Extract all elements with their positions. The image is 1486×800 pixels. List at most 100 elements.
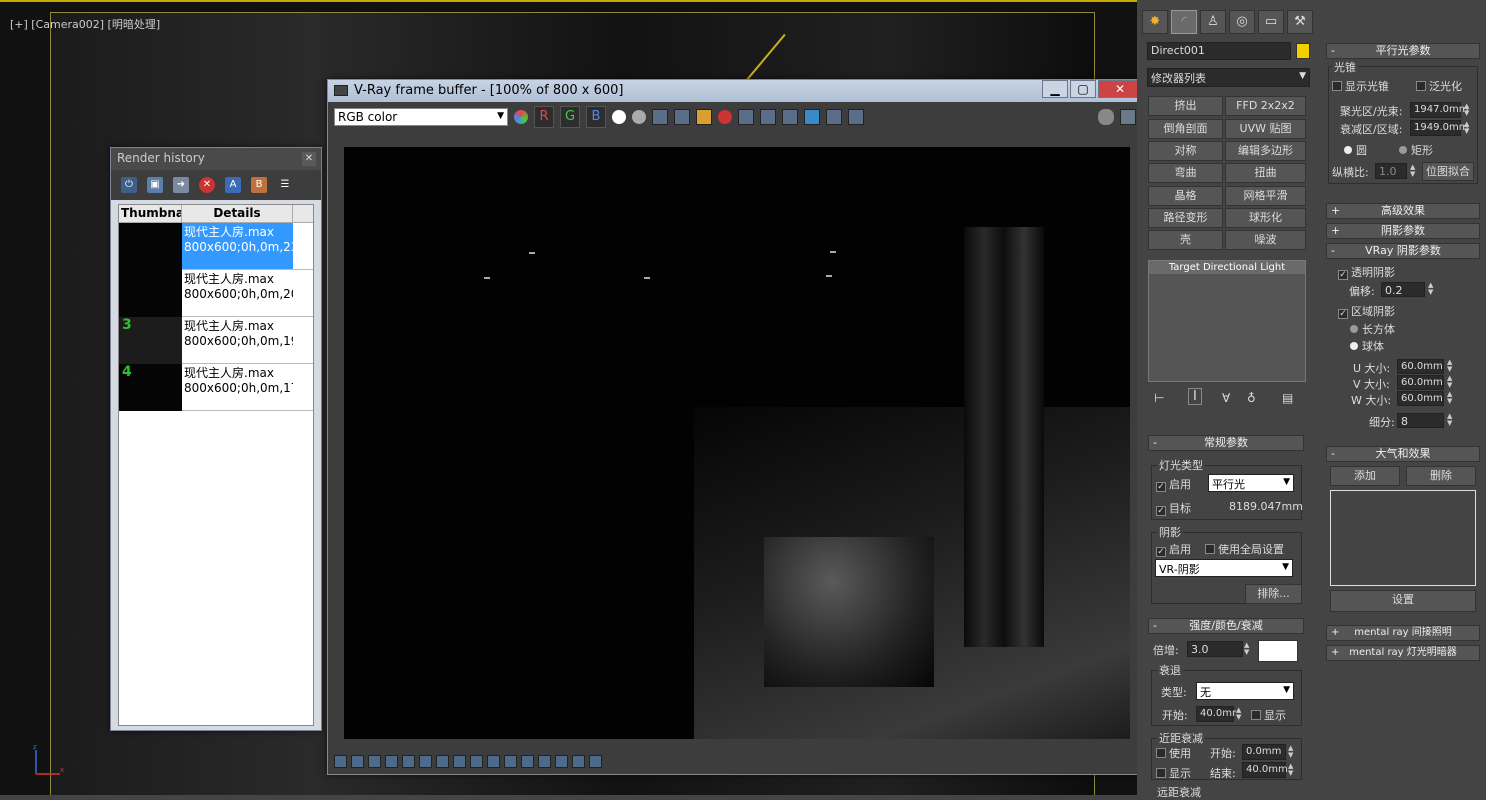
- vray-shadow-header[interactable]: - VRay 阴影参数: [1326, 243, 1480, 259]
- load-icon[interactable]: ➜: [173, 177, 189, 193]
- modifier-button[interactable]: 球形化: [1225, 208, 1306, 228]
- history-row[interactable]: 现代主人房.max 800x600;0h,0m,23.: [119, 223, 313, 270]
- overshoot-checkbox[interactable]: 泛光化: [1416, 78, 1462, 94]
- show-last-vfb-icon[interactable]: [826, 109, 842, 125]
- save-image-icon[interactable]: [652, 109, 668, 125]
- modifier-list-dropdown[interactable]: 修改器列表: [1147, 68, 1310, 87]
- status-tool-icon[interactable]: [402, 754, 415, 768]
- bias-spinner[interactable]: ▲ ▼: [1428, 282, 1436, 296]
- modifier-button[interactable]: UVW 贴图: [1225, 119, 1306, 139]
- modifier-button[interactable]: 编辑多边形: [1225, 141, 1306, 161]
- multiplier-spinner[interactable]: ▲ ▼: [1244, 642, 1252, 656]
- area-shadow-checkbox[interactable]: ✓ 区域阴影: [1338, 303, 1395, 319]
- circle-radio[interactable]: 圆: [1344, 142, 1367, 158]
- status-tool-icon[interactable]: [436, 754, 449, 768]
- u-size-input[interactable]: 60.0mm: [1397, 359, 1444, 374]
- w-size-spinner[interactable]: ▲ ▼: [1447, 391, 1455, 405]
- clear-image-icon[interactable]: [718, 110, 732, 124]
- history-row[interactable]: 3 现代主人房.max800x600;0h,0m,19.t: [119, 317, 313, 364]
- green-channel-button[interactable]: G: [560, 106, 580, 128]
- modifier-button[interactable]: FFD 2x2x2: [1225, 96, 1306, 116]
- shadow-type-dropdown[interactable]: VR-阴影: [1155, 559, 1293, 577]
- light-color-swatch[interactable]: [1258, 640, 1298, 662]
- bias-input[interactable]: 0.2: [1381, 282, 1425, 297]
- directional-params-header[interactable]: - 平行光参数: [1326, 43, 1480, 59]
- utilities-tab-icon[interactable]: ⚒: [1287, 10, 1313, 34]
- modifier-button[interactable]: 壳: [1148, 230, 1223, 250]
- status-tool-icon[interactable]: [453, 754, 466, 768]
- blue-channel-button[interactable]: B: [586, 106, 606, 128]
- close-icon[interactable]: ✕: [302, 152, 316, 166]
- add-effect-button[interactable]: 添加: [1330, 466, 1400, 486]
- status-tool-icon[interactable]: [470, 754, 483, 768]
- teapot-render-icon[interactable]: [782, 109, 798, 125]
- object-color-swatch[interactable]: [1296, 43, 1310, 59]
- modifier-button[interactable]: 对称: [1148, 141, 1223, 161]
- hotspot-input[interactable]: 1947.0mm: [1410, 102, 1468, 118]
- render-icon[interactable]: [1120, 109, 1136, 125]
- status-tool-icon[interactable]: [589, 754, 602, 768]
- track-mouse-icon[interactable]: [760, 109, 776, 125]
- history-row[interactable]: 4 现代主人房.max 800x600;0h,0m,17.: [119, 364, 313, 411]
- power-icon[interactable]: ⏻: [121, 177, 137, 193]
- intensity-header[interactable]: - 强度/颜色/衰减: [1148, 618, 1304, 634]
- v-size-spinner[interactable]: ▲ ▼: [1447, 375, 1455, 389]
- use-global-settings-checkbox[interactable]: 使用全局设置: [1205, 541, 1284, 557]
- status-tool-icon[interactable]: [538, 754, 551, 768]
- modifier-stack-item[interactable]: Target Directional Light: [1149, 261, 1305, 274]
- display-tab-icon[interactable]: ▭: [1258, 10, 1284, 34]
- decay-show-checkbox[interactable]: 显示: [1251, 707, 1286, 723]
- mono-icon[interactable]: [632, 110, 646, 124]
- rectangle-radio[interactable]: 矩形: [1399, 142, 1433, 158]
- subdivs-input[interactable]: 8: [1397, 413, 1444, 428]
- history-row[interactable]: 现代主人房.max800x600;0h,0m,20.!: [119, 270, 313, 317]
- configure-sets-icon[interactable]: ▤: [1282, 391, 1293, 405]
- general-params-header[interactable]: - 常规参数: [1148, 435, 1304, 451]
- save-all-icon[interactable]: [674, 109, 690, 125]
- object-name-input[interactable]: Direct001: [1147, 42, 1291, 60]
- multiplier-input[interactable]: 3.0: [1187, 641, 1243, 657]
- render-image[interactable]: [344, 147, 1130, 739]
- light-enable-checkbox[interactable]: ✓ 启用: [1156, 476, 1191, 492]
- modifier-button[interactable]: 挤出: [1148, 96, 1223, 116]
- aspect-input[interactable]: 1.0: [1375, 163, 1407, 179]
- status-tool-icon[interactable]: [419, 754, 432, 768]
- status-tool-icon[interactable]: [334, 754, 347, 768]
- maximize-icon[interactable]: ▢: [1070, 80, 1096, 98]
- channel-select[interactable]: RGB color: [334, 108, 508, 126]
- light-type-dropdown[interactable]: 平行光: [1208, 474, 1294, 492]
- motion-tab-icon[interactable]: ◎: [1229, 10, 1255, 34]
- red-channel-button[interactable]: R: [534, 106, 554, 128]
- near-start-input[interactable]: 0.0mm: [1242, 744, 1286, 760]
- decay-start-input[interactable]: 40.0mr: [1196, 706, 1236, 722]
- open-folder-icon[interactable]: [696, 109, 712, 125]
- render-history-titlebar[interactable]: Render history ✕: [111, 148, 321, 170]
- subdivs-spinner[interactable]: ▲ ▼: [1447, 413, 1455, 427]
- u-size-spinner[interactable]: ▲ ▼: [1447, 359, 1455, 373]
- compare-a-icon[interactable]: A: [225, 177, 241, 193]
- decay-type-dropdown[interactable]: 无: [1196, 682, 1294, 700]
- near-end-input[interactable]: 40.0mm: [1242, 762, 1288, 778]
- modifier-button[interactable]: 晶格: [1148, 186, 1223, 206]
- status-tool-icon[interactable]: [572, 754, 585, 768]
- modify-tab-icon[interactable]: ◜: [1171, 10, 1197, 34]
- mr-indirect-header[interactable]: + mental ray 间接照明: [1326, 625, 1480, 641]
- status-tool-icon[interactable]: [504, 754, 517, 768]
- remove-modifier-icon[interactable]: ♁: [1247, 391, 1256, 405]
- atmos-header[interactable]: - 大气和效果: [1326, 446, 1480, 462]
- near-use-checkbox[interactable]: 使用: [1156, 745, 1191, 761]
- near-end-spinner[interactable]: ▲ ▼: [1288, 763, 1296, 777]
- modifier-button[interactable]: 噪波: [1225, 230, 1306, 250]
- copy-icon[interactable]: [738, 109, 754, 125]
- transparent-shadows-checkbox[interactable]: ✓ 透明阴影: [1338, 264, 1395, 280]
- link-vfb-icon[interactable]: [848, 109, 864, 125]
- modifier-button[interactable]: 网格平滑: [1225, 186, 1306, 206]
- sphere-radio[interactable]: 球体: [1350, 338, 1384, 354]
- status-tool-icon[interactable]: [555, 754, 568, 768]
- column-details[interactable]: Details: [182, 205, 293, 222]
- show-end-result-icon[interactable]: Ⅰ: [1188, 388, 1202, 405]
- minimize-icon[interactable]: ▁: [1042, 80, 1068, 98]
- close-icon[interactable]: ✕: [1098, 80, 1142, 98]
- setup-button[interactable]: 设置: [1330, 590, 1476, 612]
- delete-effect-button[interactable]: 删除: [1406, 466, 1476, 486]
